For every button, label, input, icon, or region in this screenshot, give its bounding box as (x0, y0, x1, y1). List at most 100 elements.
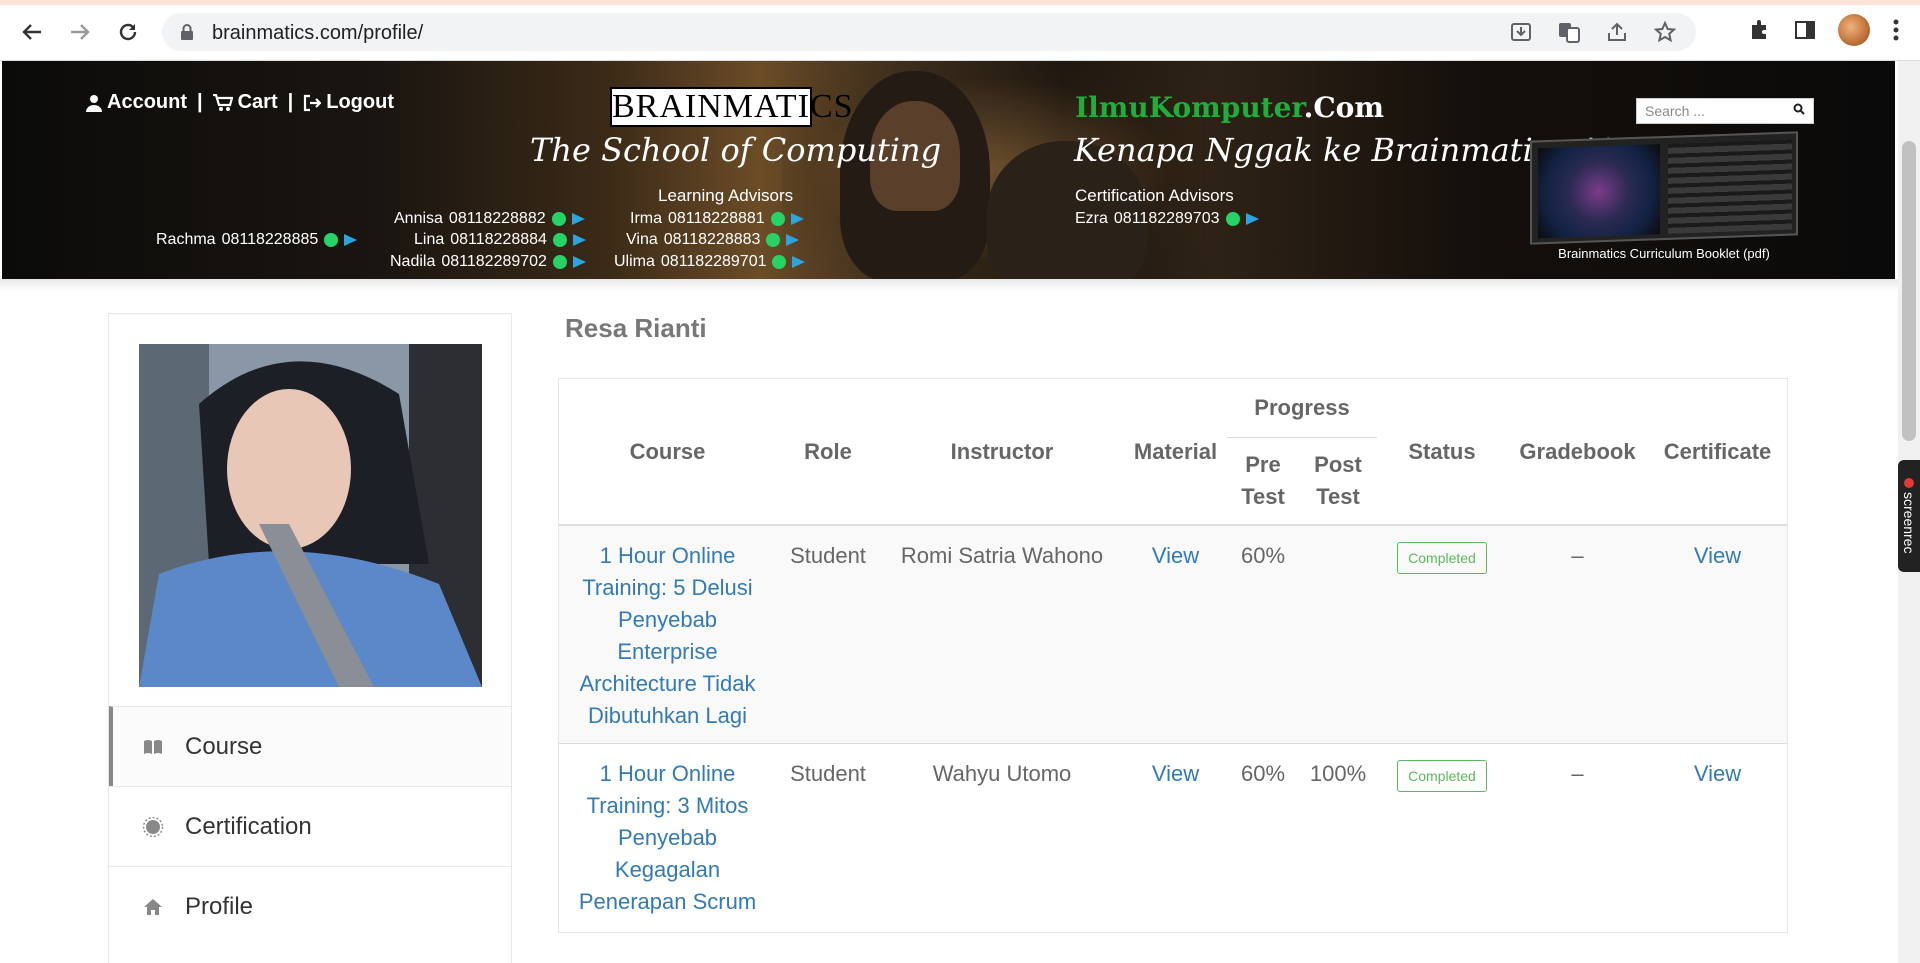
site-search-input[interactable]: Search ... (1636, 98, 1814, 124)
certification-advisors-title: Certification Advisors (1075, 186, 1234, 205)
advisor-phone: 081182289701 (660, 253, 767, 270)
course-title-line: Penyebab (617, 824, 718, 850)
profile-menu: Course Certification Profile (109, 706, 511, 946)
side-panel-icon[interactable] (1794, 19, 1816, 41)
whatsapp-icon[interactable] (770, 212, 785, 226)
back-button[interactable] (14, 14, 50, 50)
telegram-icon[interactable] (786, 234, 800, 246)
instructor-cell: Romi Satria Wahono (900, 543, 1104, 568)
advisor-row: Vina 08118228883 (626, 231, 800, 249)
col-course: Course (559, 379, 776, 526)
advisor-row: Ulima 081182289701 (614, 253, 806, 271)
back-icon (22, 24, 41, 40)
profile-avatar[interactable] (1838, 14, 1870, 46)
table-row: 1 Hour Online Training: 5 Delusi Penyeba… (559, 525, 1787, 743)
advisor-name: Annisa (394, 210, 443, 227)
translate-icon[interactable] (1558, 21, 1580, 43)
advisor-name: Ezra (1075, 210, 1108, 227)
share-icon[interactable] (1606, 21, 1628, 43)
course-link[interactable]: 1 Hour Online Training: 3 Mitos Penyebab… (559, 758, 776, 918)
install-icon[interactable] (1510, 21, 1532, 43)
advisor-row: Annisa 08118228882 (394, 210, 585, 228)
account-link[interactable]: Account (86, 91, 187, 114)
whatsapp-icon[interactable] (552, 233, 567, 247)
menu-item-certification[interactable]: Certification (109, 786, 511, 866)
advisor-phone: 08118228884 (450, 231, 547, 248)
brainmatics-logo[interactable]: BRAINMATICS (610, 87, 852, 127)
web-page: Account | Cart | Logout BRAINMATICS The … (0, 61, 1898, 963)
material-view-link[interactable]: View (1152, 761, 1199, 786)
logout-link[interactable]: Logout (303, 91, 394, 114)
course-title-line: Dibutuhkan Lagi (587, 703, 747, 728)
col-instructor: Instructor (880, 379, 1124, 526)
account-links: Account | Cart | Logout (86, 91, 394, 114)
whatsapp-icon[interactable] (766, 233, 781, 247)
profile-sidebar: Course Certification Profile (108, 313, 512, 963)
col-certificate: Certificate (1648, 379, 1787, 526)
course-cell: 1 Hour Online Training: 5 Delusi Penyeba… (559, 525, 776, 743)
advisor-row: Rachma 08118228885 (156, 231, 358, 249)
course-title-line: Kegagalan (614, 856, 721, 882)
menu-item-profile[interactable]: Profile (109, 866, 511, 946)
status-badge: Completed (1397, 542, 1487, 574)
learning-advisors-title: Learning Advisors (658, 186, 794, 205)
menu-icon[interactable] (1892, 18, 1900, 42)
col-post-test-line1: Post (1314, 451, 1362, 477)
extensions-icon[interactable] (1748, 18, 1772, 42)
certificate-view-link[interactable]: View (1694, 761, 1741, 786)
advisor-row: Irma 08118228881 (630, 210, 804, 228)
reload-button[interactable] (110, 14, 146, 50)
menu-item-course[interactable]: Course (109, 706, 511, 786)
cart-icon (212, 93, 233, 111)
telegram-icon[interactable] (1245, 213, 1259, 225)
course-title-line: Penerapan Scrum (578, 888, 757, 914)
booklet-right-page (1668, 139, 1792, 234)
course-title-line: Penyebab (617, 607, 718, 632)
advisor-phone: 08118228882 (448, 210, 546, 227)
col-pre-test-line2: Test (1241, 483, 1285, 509)
bookmark-star-icon[interactable] (1654, 21, 1676, 43)
course-title-line: Training: 3 Mitos (586, 792, 749, 818)
advisor-phone: 081182289703 (1113, 210, 1220, 227)
curriculum-booklet-image[interactable] (1530, 131, 1798, 245)
whatsapp-icon[interactable] (551, 212, 566, 226)
advisor-phone: 08118228881 (668, 210, 765, 227)
telegram-icon[interactable] (344, 234, 358, 246)
certificate-view-link[interactable]: View (1694, 543, 1741, 568)
telegram-icon[interactable] (792, 256, 806, 268)
booklet-caption[interactable]: Brainmatics Curriculum Booklet (pdf) (1530, 246, 1798, 261)
book-icon (143, 737, 163, 757)
ilmukomputer-logo[interactable]: IlmuKomputer.Com (1075, 91, 1384, 124)
advisor-phone: 08118228883 (663, 231, 761, 248)
address-bar[interactable]: brainmatics.com/profile/ (162, 13, 1696, 51)
course-title-line: 1 Hour Online (599, 760, 736, 786)
whatsapp-icon[interactable] (324, 233, 339, 247)
telegram-icon[interactable] (572, 234, 586, 246)
url-text[interactable]: brainmatics.com/profile/ (212, 22, 423, 45)
search-icon[interactable] (1793, 103, 1805, 115)
ilmukomputer-suffix: .Com (1303, 91, 1384, 124)
lock-icon[interactable] (180, 24, 194, 40)
material-view-link[interactable]: View (1152, 543, 1199, 568)
whatsapp-icon[interactable] (1225, 212, 1240, 226)
status-badge: Completed (1397, 759, 1487, 792)
advisor-row: Lina 08118228884 (414, 231, 586, 249)
forward-button[interactable] (62, 14, 98, 50)
link-separator: | (287, 91, 294, 113)
telegram-icon[interactable] (790, 213, 804, 225)
scrollbar-thumb[interactable] (1902, 141, 1916, 441)
user-icon (86, 94, 102, 112)
cart-link[interactable]: Cart (212, 91, 278, 114)
telegram-icon[interactable] (571, 213, 585, 225)
record-icon (1904, 478, 1914, 489)
tab-strip-edge (0, 0, 1920, 5)
course-link[interactable]: 1 Hour Online Training: 5 Delusi Penyeba… (559, 540, 776, 732)
screenrec-widget[interactable]: screenrec (1898, 460, 1920, 572)
col-role: Role (776, 379, 880, 526)
whatsapp-icon[interactable] (552, 255, 567, 269)
col-post-test-line2: Test (1316, 483, 1360, 509)
whatsapp-icon[interactable] (772, 255, 787, 269)
role-cell: Student (790, 543, 866, 568)
telegram-icon[interactable] (572, 256, 586, 268)
col-status: Status (1377, 379, 1507, 526)
